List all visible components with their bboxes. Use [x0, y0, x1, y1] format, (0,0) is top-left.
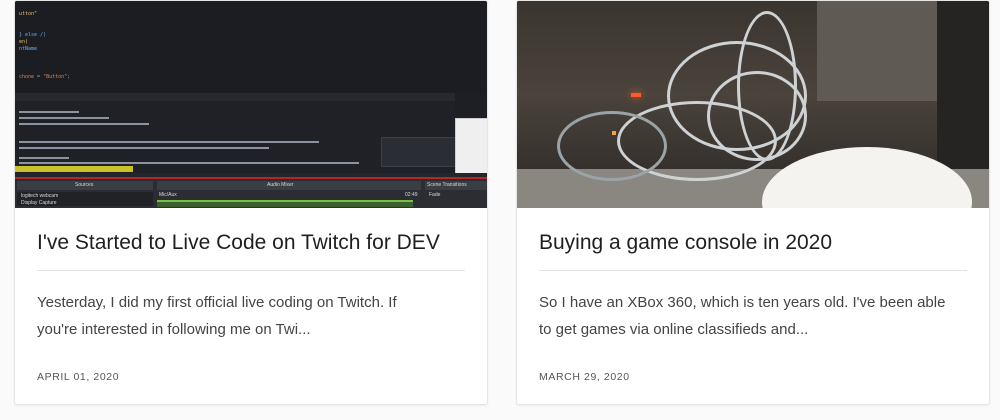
post-excerpt: So I have an XBox 360, which is ten year… — [539, 289, 967, 343]
terminal-line — [19, 117, 109, 119]
terminal-line — [19, 157, 69, 159]
post-excerpt-line: Yesterday, I did my first official live … — [37, 294, 397, 311]
terminal-line — [19, 147, 269, 149]
obs-source-item: logitech webcam — [21, 193, 59, 199]
post-excerpt: Yesterday, I did my first official live … — [37, 289, 465, 343]
photo-cable — [557, 111, 667, 181]
webcam-preview — [455, 118, 487, 178]
photo-red-light — [631, 93, 641, 97]
photo-device — [817, 1, 937, 101]
terminal-line — [19, 162, 359, 164]
post-excerpt-line: So I have an XBox 360, which is ten year… — [539, 294, 946, 311]
obs-mixer-label: Audio Mixer — [267, 182, 294, 188]
obs-transitions-label: Scene Transitions — [427, 182, 467, 188]
terminal-tab-bar — [15, 93, 455, 101]
post-thumbnail[interactable] — [517, 1, 989, 208]
post-title[interactable]: Buying a game console in 2020 — [539, 230, 967, 256]
post-thumbnail[interactable]: utton" } else /) en) ntName chone = "But… — [15, 1, 487, 208]
post-title[interactable]: I've Started to Live Code on Twitch for … — [37, 230, 465, 256]
post-card-game-console[interactable]: Buying a game console in 2020 So I have … — [516, 0, 990, 405]
post-card-body: I've Started to Live Code on Twitch for … — [37, 208, 465, 383]
code-editor-screenshot — [15, 1, 487, 93]
obs-mixer-item: Mic/Aux — [159, 192, 177, 198]
post-date: MARCH 29, 2020 — [539, 371, 630, 383]
code-snippet: utton" } else /) en) ntName chone = "But… — [19, 11, 71, 80]
notification-dialog — [381, 137, 459, 167]
terminal-line — [19, 111, 79, 113]
obs-transition-item: Fade — [429, 192, 441, 198]
post-card-body: Buying a game console in 2020 So I have … — [539, 208, 967, 383]
divider — [539, 270, 967, 271]
post-card-live-code-twitch[interactable]: utton" } else /) en) ntName chone = "But… — [14, 0, 488, 405]
terminal-highlight — [15, 166, 133, 172]
post-excerpt-line: you're interested in following me on Twi… — [37, 321, 311, 338]
post-date: APRIL 01, 2020 — [37, 371, 120, 383]
terminal-line — [19, 141, 319, 143]
audio-meter-level — [157, 200, 413, 202]
obs-mixer-value: 02:49 — [405, 192, 418, 198]
photo-orange-light — [612, 131, 616, 135]
terminal-line — [19, 123, 149, 125]
photo-cable — [737, 11, 797, 161]
post-excerpt-line: to get games via online classifieds and.… — [539, 321, 809, 338]
obs-sources-label: Sources — [75, 182, 94, 188]
divider — [37, 270, 465, 271]
obs-source-item: Display Capture — [21, 200, 57, 206]
